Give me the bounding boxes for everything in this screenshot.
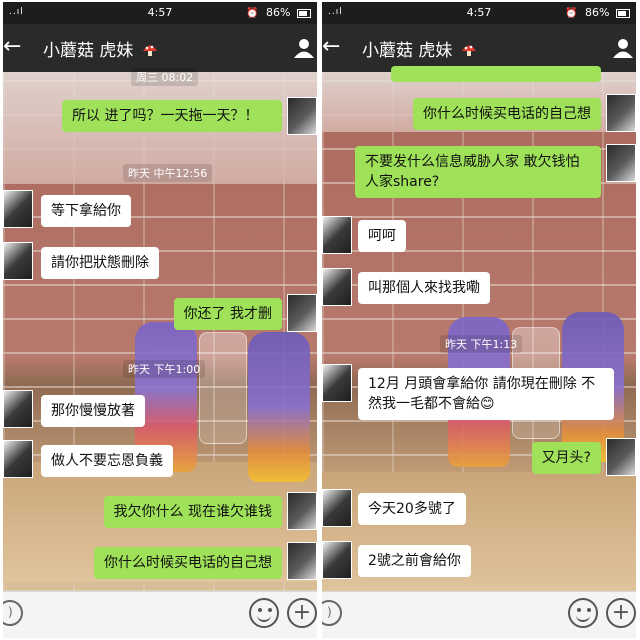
timestamp: 周三 08:02 — [131, 68, 199, 86]
avatar[interactable] — [606, 144, 636, 182]
timestamp: 昨天 下午1:13 — [440, 335, 523, 353]
status-bar: ..ıl 4:57 ⏰ 86% — [3, 2, 317, 24]
avatar[interactable] — [322, 268, 352, 306]
back-arrow-icon[interactable]: ← — [322, 34, 340, 60]
mushroom-icon — [461, 45, 476, 56]
message-bubble-incoming[interactable]: 呵呵 — [358, 220, 406, 252]
message-bubble-incoming[interactable]: 請你把狀態刪除 — [41, 247, 159, 279]
message-bubble-outgoing[interactable]: 你还了 我才删 — [173, 298, 282, 330]
battery-icon — [616, 8, 630, 18]
message-bubble-incoming[interactable]: 等下拿給你 — [41, 195, 131, 227]
avatar[interactable] — [3, 440, 33, 478]
avatar[interactable] — [287, 294, 317, 332]
emoji-icon[interactable] — [568, 598, 598, 628]
avatar[interactable] — [322, 489, 352, 527]
plus-icon[interactable]: + — [606, 598, 636, 628]
chat-screenshot-left: ..ıl 4:57 ⏰ 86% ← 小蘑菇 虎妹 周三 08:02 所以 进了吗… — [3, 2, 317, 638]
message-bubble-outgoing[interactable]: 不要发什么信息威胁人家 敢欠钱怕人家share? — [355, 146, 601, 198]
message-bubble-outgoing-partial[interactable] — [391, 66, 601, 82]
person-icon[interactable] — [612, 37, 634, 59]
avatar[interactable] — [322, 541, 352, 579]
timestamp: 昨天 下午1:00 — [123, 360, 206, 378]
plus-icon[interactable]: + — [287, 598, 317, 628]
timestamp: 昨天 中午12:56 — [123, 164, 213, 182]
battery-icon — [297, 8, 311, 18]
avatar[interactable] — [322, 364, 352, 402]
emoji-icon[interactable] — [249, 598, 279, 628]
avatar[interactable] — [606, 438, 636, 476]
avatar[interactable] — [287, 97, 317, 135]
mushroom-icon — [142, 45, 157, 56]
chat-title: 小蘑菇 虎妹 — [43, 36, 158, 61]
avatar[interactable] — [3, 242, 33, 280]
message-bubble-incoming[interactable]: 2號之前會給你 — [358, 545, 471, 577]
chat-screenshot-right: ..ıl 4:57 ⏰ 86% ← 小蘑菇 虎妹 你什么时候买电话的自己想 不要… — [322, 2, 636, 638]
avatar[interactable] — [606, 94, 636, 132]
message-bubble-incoming[interactable]: 12月 月頭會拿給你 請你現在刪除 不然我一毛都不會給😊 — [358, 368, 614, 420]
chat-title: 小蘑菇 虎妹 — [362, 36, 477, 61]
message-bubble-incoming[interactable]: 那你慢慢放著 — [41, 395, 145, 427]
person-icon[interactable] — [293, 37, 315, 59]
voice-icon[interactable]: ) — [3, 600, 23, 626]
message-bubble-outgoing[interactable]: 我欠你什么 现在谁欠谁钱 — [103, 496, 282, 528]
battery-level: 86% — [585, 6, 610, 19]
avatar[interactable] — [3, 190, 33, 228]
avatar[interactable] — [287, 492, 317, 530]
avatar[interactable] — [322, 216, 352, 254]
input-bar: ) + — [322, 591, 636, 638]
status-bar: ..ıl 4:57 ⏰ 86% — [322, 2, 636, 24]
message-bubble-outgoing[interactable]: 所以 进了吗？一天拖一天？！ — [62, 100, 282, 132]
voice-icon[interactable]: ) — [322, 600, 342, 626]
chat-header: ← 小蘑菇 虎妹 — [3, 24, 317, 72]
message-bubble-incoming[interactable]: 今天20多號了 — [358, 493, 466, 525]
message-bubble-outgoing[interactable]: 你什么时候买电话的自己想 — [94, 547, 282, 579]
battery-level: 86% — [266, 6, 291, 19]
input-bar: ) + — [3, 591, 317, 638]
avatar[interactable] — [287, 542, 317, 580]
message-bubble-incoming[interactable]: 做人不要忘恩負義 — [41, 445, 173, 477]
chat-header: ← 小蘑菇 虎妹 — [322, 24, 636, 72]
message-bubble-outgoing[interactable]: 又月头? — [531, 442, 601, 474]
avatar[interactable] — [3, 390, 33, 428]
alarm-icon: ⏰ — [246, 8, 259, 19]
back-arrow-icon[interactable]: ← — [3, 34, 21, 60]
message-bubble-outgoing[interactable]: 你什么时候买电话的自己想 — [413, 98, 601, 130]
alarm-icon: ⏰ — [565, 8, 578, 19]
message-bubble-incoming[interactable]: 叫那個人來找我嘞 — [358, 272, 490, 304]
